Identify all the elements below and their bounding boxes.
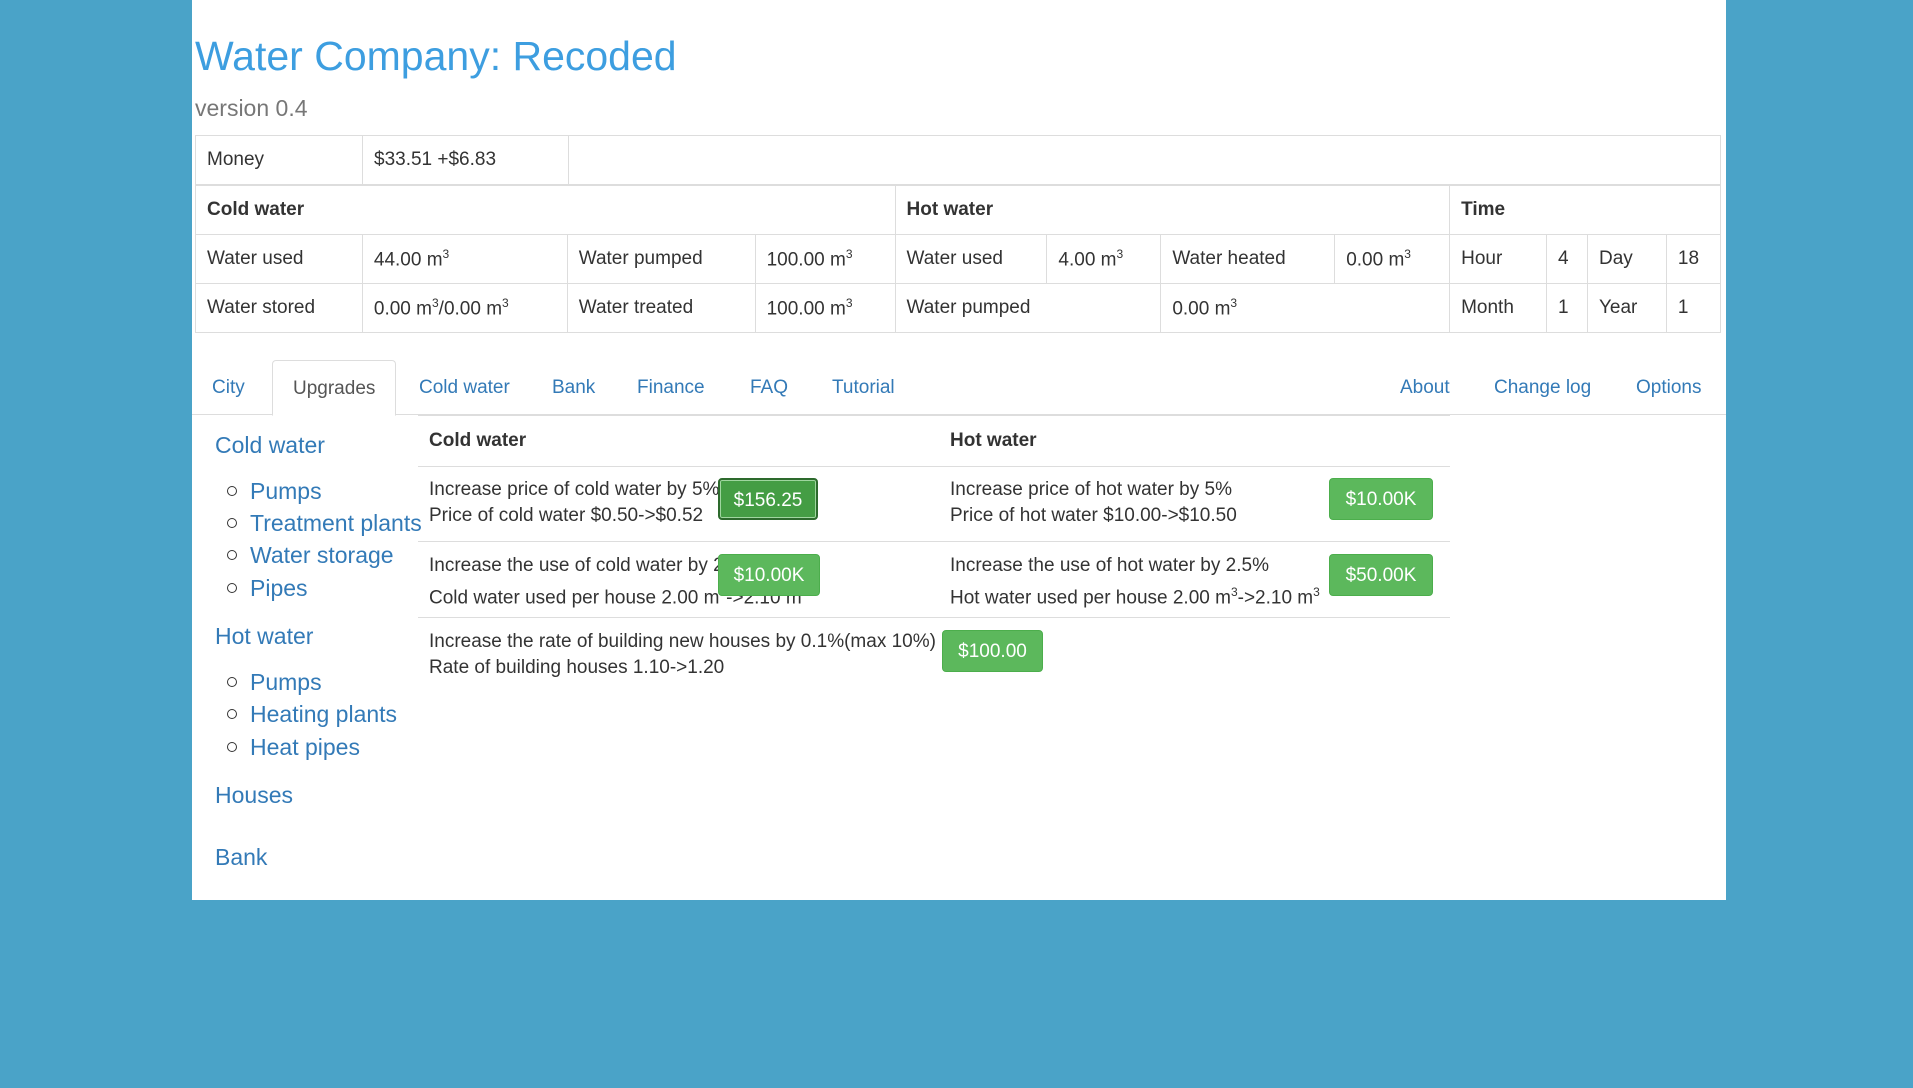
hot-use-upgrade-text: Increase the use of hot water by 2.5% Ho… — [950, 555, 1320, 609]
year-value: 1 — [1665, 283, 1722, 333]
sidebar-bank[interactable]: Bank — [215, 844, 267, 871]
cold-price-upgrade-text: Increase price of cold water by 5% Price… — [429, 479, 720, 526]
cold-water-pumped-value: 100.00 m3 — [754, 234, 896, 284]
bullet-icon — [227, 517, 237, 528]
hour-label: Hour — [1449, 234, 1548, 284]
hot-water-pumped-value: 0.00 m3 — [1160, 283, 1451, 333]
cold-water-used-label: Water used — [195, 234, 363, 284]
version-label: version 0.4 — [195, 95, 308, 121]
tab-options[interactable]: Options — [1616, 360, 1721, 414]
cold-water-used-value: 44.00 m3 — [361, 234, 568, 284]
buy-hot-use-button[interactable]: $50.00K — [1329, 554, 1433, 596]
buy-houses-rate-button[interactable]: $100.00 — [942, 630, 1043, 672]
bullet-icon — [227, 676, 237, 687]
buy-cold-use-button[interactable]: $10.00K — [718, 554, 820, 596]
hot-water-used-value: 4.00 m3 — [1046, 234, 1162, 284]
houses-upgrade-text: Increase the rate of building new houses… — [429, 631, 936, 678]
tab-city[interactable]: City — [192, 360, 265, 414]
tab-tutorial[interactable]: Tutorial — [812, 360, 915, 414]
sidebar-houses[interactable]: Houses — [215, 782, 293, 809]
tab-finance[interactable]: Finance — [617, 360, 725, 414]
tab-upgrades[interactable]: Upgrades — [272, 360, 397, 416]
upgrades-col-hot: Hot water — [950, 430, 1037, 451]
cold-water-treated-label: Water treated — [566, 283, 756, 333]
table-row: Increase the use of cold water by 2.5% C… — [418, 542, 1450, 618]
stats-table: Cold water Hot water Time Water used 44.… — [195, 185, 1722, 333]
year-label: Year — [1586, 283, 1667, 333]
money-value: $33.51 +$6.83 — [362, 135, 569, 185]
month-label: Month — [1449, 283, 1548, 333]
time-header: Time — [1449, 185, 1721, 235]
cold-water-stored-value: 0.00 m3/0.00 m3 — [361, 283, 568, 333]
hot-water-pumped-label: Water pumped — [894, 283, 1162, 333]
money-table: Money $33.51 +$6.83 — [195, 135, 1721, 185]
tab-about[interactable]: About — [1380, 360, 1470, 414]
hour-value: 4 — [1546, 234, 1588, 284]
cold-water-header: Cold water — [195, 185, 896, 235]
sidebar-item-heating-plants[interactable]: Heating plants — [227, 701, 397, 728]
cold-water-treated-value: 100.00 m3 — [754, 283, 896, 333]
tab-bank[interactable]: Bank — [532, 360, 615, 414]
upgrades-header-row: Cold water Hot water — [418, 415, 1450, 467]
sidebar-item-pipes[interactable]: Pipes — [227, 575, 308, 602]
nav-tabs: City Upgrades Cold water Bank Finance FA… — [192, 360, 1726, 416]
buy-cold-price-button[interactable]: $156.25 — [718, 478, 818, 520]
bullet-icon — [227, 708, 237, 719]
upgrades-col-cold: Cold water — [429, 430, 527, 451]
hot-price-upgrade-text: Increase price of hot water by 5% Price … — [950, 479, 1237, 526]
cold-water-stored-label: Water stored — [195, 283, 363, 333]
page-title: Water Company: Recoded — [195, 33, 677, 79]
month-value: 1 — [1546, 283, 1588, 333]
sidebar-item-water-storage[interactable]: Water storage — [227, 542, 394, 569]
sidebar-item-cold-pumps[interactable]: Pumps — [227, 478, 322, 505]
bullet-icon — [227, 485, 237, 496]
cold-water-pumped-label: Water pumped — [566, 234, 756, 284]
money-label: Money — [195, 135, 363, 185]
tab-faq[interactable]: FAQ — [730, 360, 808, 414]
buy-hot-price-button[interactable]: $10.00K — [1329, 478, 1433, 520]
hot-water-header: Hot water — [894, 185, 1451, 235]
hot-water-heated-value: 0.00 m3 — [1334, 234, 1451, 284]
sidebar-item-treatment-plants[interactable]: Treatment plants — [227, 510, 422, 537]
day-value: 18 — [1665, 234, 1722, 284]
sidebar-cold-water[interactable]: Cold water — [215, 432, 325, 459]
table-row: Increase price of cold water by 5% Price… — [418, 466, 1450, 542]
tab-cold-water[interactable]: Cold water — [399, 360, 530, 414]
money-empty-cell — [568, 135, 1721, 185]
bullet-icon — [227, 582, 237, 593]
day-label: Day — [1586, 234, 1667, 284]
sidebar-item-hot-pumps[interactable]: Pumps — [227, 669, 322, 696]
sidebar-hot-water[interactable]: Hot water — [215, 623, 313, 650]
sidebar-item-heat-pipes[interactable]: Heat pipes — [227, 734, 360, 761]
bullet-icon — [227, 741, 237, 752]
hot-water-used-label: Water used — [894, 234, 1048, 284]
tab-change-log[interactable]: Change log — [1474, 360, 1611, 414]
bullet-icon — [227, 549, 237, 560]
main-container: Water Company: Recoded version 0.4 Money… — [192, 0, 1726, 900]
hot-water-heated-label: Water heated — [1160, 234, 1336, 284]
